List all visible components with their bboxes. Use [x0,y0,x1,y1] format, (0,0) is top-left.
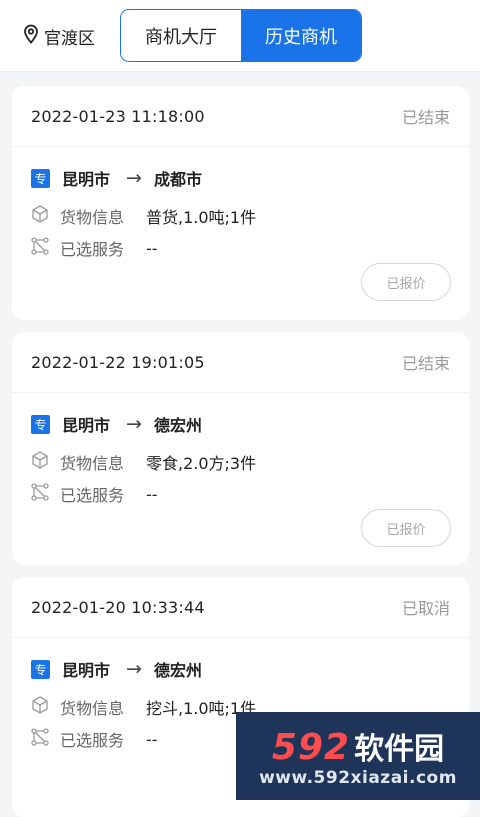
dedicated-badge: 专 [31,659,50,679]
order-status: 已结束 [401,354,450,373]
tab-switcher: 商机大厅 历史商机 [120,9,362,62]
service-info-row: 已选服务 -- [30,728,158,750]
cargo-label: 货物信息 [60,699,125,718]
tab-history-opportunities[interactable]: 历史商机 [241,10,361,61]
service-label: 已选服务 [60,240,125,259]
service-route-icon [30,727,60,751]
route-to: 德宏州 [153,661,202,680]
cargo-info-row: 货物信息 挖斗,1.0吨;1件 [30,696,256,718]
order-status: 已取消 [401,599,450,618]
location-label: 官渡区 [44,28,95,49]
quoted-button[interactable]: 已报价 [361,509,451,547]
arrow-right-icon: → [126,167,142,189]
location-pin-icon [22,24,40,49]
order-status: 已结束 [401,108,450,127]
route-from: 昆明市 [62,170,111,189]
tab-opportunity-hall[interactable]: 商机大厅 [121,10,241,61]
order-time: 2022-01-20 10:33:44 [31,597,205,617]
route: 专 昆明市 → 德宏州 [31,412,202,436]
service-value: -- [146,238,158,258]
location-selector[interactable]: 官渡区 [22,22,95,50]
dedicated-badge: 专 [31,414,50,434]
route-to: 成都市 [153,170,202,189]
order-time: 2022-01-22 19:01:05 [31,352,205,372]
watermark-name: 软件园 [354,732,445,767]
arrow-right-icon: → [126,658,142,680]
service-label: 已选服务 [60,731,125,750]
route-from: 昆明市 [62,661,111,680]
cargo-value: 普货,1.0吨;1件 [146,208,257,227]
route: 专 昆明市 → 成都市 [31,166,202,190]
cargo-info-row: 货物信息 零食,2.0方;3件 [30,451,256,473]
service-value: -- [146,484,158,504]
service-label: 已选服务 [60,486,125,505]
box-icon [30,450,60,474]
service-route-icon [30,482,60,506]
order-time: 2022-01-23 11:18:00 [31,106,205,126]
cargo-value: 零食,2.0方;3件 [146,454,257,473]
quoted-button[interactable]: 已报价 [361,263,451,301]
box-icon [30,695,60,719]
service-info-row: 已选服务 -- [30,483,158,505]
service-info-row: 已选服务 -- [30,237,158,259]
route-from: 昆明市 [62,416,111,435]
box-icon [30,204,60,228]
cargo-label: 货物信息 [60,454,125,473]
watermark-number: 592 [271,727,351,768]
dedicated-badge: 专 [31,168,50,188]
watermark-logo: 592 软件园 www.592xiazai.com [236,712,480,800]
route: 专 昆明市 → 德宏州 [31,657,202,681]
service-value: -- [146,729,158,749]
arrow-right-icon: → [126,413,142,435]
cargo-info-row: 货物信息 普货,1.0吨;1件 [30,205,256,227]
top-bar: 官渡区 商机大厅 历史商机 [0,0,480,72]
order-card[interactable]: 2022-01-23 11:18:00 已结束 专 昆明市 → 成都市 货物信息… [12,86,469,320]
order-card[interactable]: 2022-01-22 19:01:05 已结束 专 昆明市 → 德宏州 货物信息… [12,332,469,565]
route-to: 德宏州 [153,416,202,435]
service-route-icon [30,236,60,260]
watermark-url: www.592xiazai.com [259,768,457,788]
cargo-label: 货物信息 [60,208,125,227]
